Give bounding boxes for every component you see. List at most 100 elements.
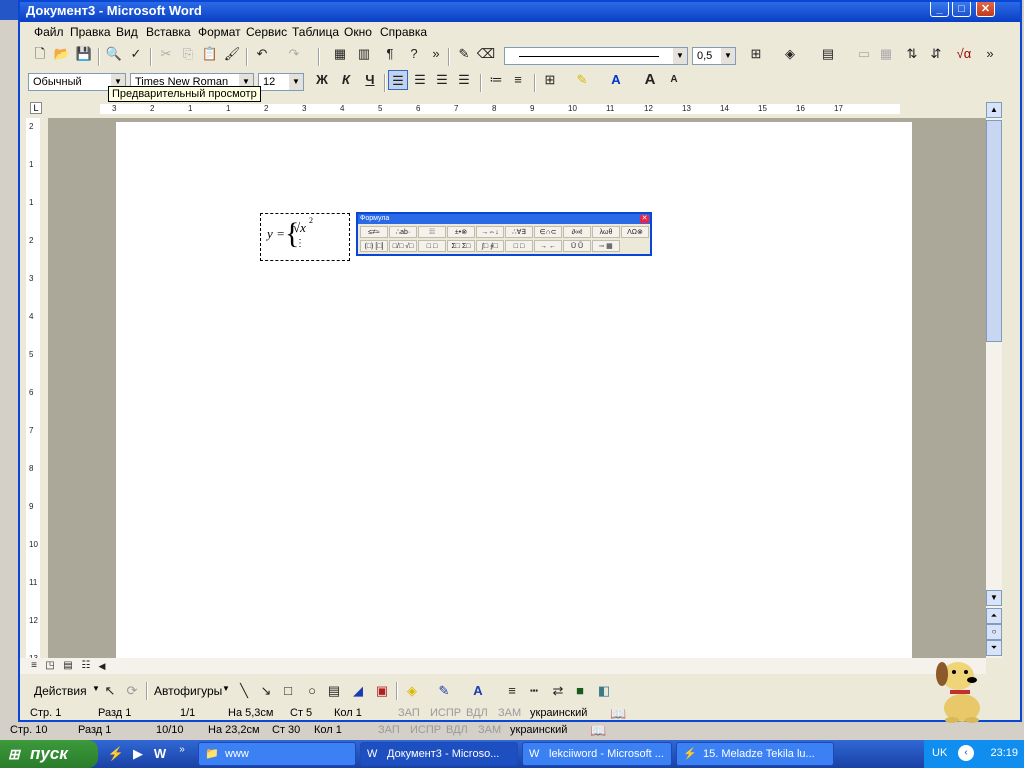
equation-symbol-button[interactable]: ∂∞ℓ — [563, 226, 591, 238]
fill-color-icon[interactable]: ◈ — [402, 681, 422, 701]
align-center-icon[interactable]: ☰ — [410, 70, 430, 90]
vertical-ruler[interactable]: 2112345678910111213 — [26, 118, 40, 663]
wordart-icon[interactable]: ◢ — [348, 681, 368, 701]
line-icon[interactable]: ╲ — [234, 681, 254, 701]
line-style-icon[interactable]: ≡ — [502, 681, 522, 701]
menu-help[interactable]: Справка — [380, 25, 427, 39]
shrink-font-icon[interactable]: A — [664, 70, 684, 90]
shadow-icon[interactable]: ■ — [570, 681, 590, 701]
task-lekciiword[interactable]: W lekciiword - Microsoft ... — [522, 742, 672, 766]
tab-selector-icon[interactable]: L — [30, 102, 42, 114]
align-left-icon[interactable]: ☰ — [388, 70, 408, 90]
spelling-icon[interactable]: ✓ — [126, 44, 146, 64]
equation-template-button[interactable]: → ← — [534, 240, 562, 252]
show-hidden-icons-icon[interactable]: ‹ — [958, 745, 974, 761]
more-quick-launch-icon[interactable]: » — [172, 740, 192, 760]
task-meladze[interactable]: ⚡ 15. Meladze Tekila lu... — [676, 742, 834, 766]
equation-template-button[interactable]: □/□ √□ — [389, 240, 417, 252]
menu-window[interactable]: Окно — [344, 25, 372, 39]
menu-tools[interactable]: Сервис — [246, 25, 287, 39]
scroll-left-icon[interactable]: ◀ — [92, 656, 112, 676]
browse-object-icon[interactable]: ○ — [986, 624, 1002, 640]
more-options-icon[interactable]: » — [980, 44, 1000, 64]
new-document-icon[interactable]: 🗋 — [30, 44, 50, 64]
format-painter-icon[interactable]: 🖌 — [222, 44, 242, 64]
oval-icon[interactable]: ○ — [302, 681, 322, 701]
paste-icon[interactable]: 📋 — [200, 44, 220, 64]
insert-picture-icon[interactable]: ▣ — [372, 681, 392, 701]
select-objects-icon[interactable]: ↖ — [100, 681, 120, 701]
equation-template-button[interactable]: ▫▫ ▦ — [592, 240, 620, 252]
equation-symbol-button[interactable]: ΛΩ⊗ — [621, 226, 649, 238]
menu-format[interactable]: Формат — [198, 25, 241, 39]
horizontal-scrollbar[interactable]: ≡ ◳ ▤ ☷ ◀ — [20, 658, 986, 674]
sort-descending-icon[interactable]: ⇵ — [926, 44, 946, 64]
draw-pen-icon[interactable]: ✎ — [454, 44, 474, 64]
highlight-icon[interactable]: ✎ — [572, 70, 592, 90]
redo-icon[interactable]: ↷ — [284, 44, 304, 64]
equation-object[interactable]: y = { √x 2 ⋮ — [260, 213, 350, 261]
align-right-icon[interactable]: ☰ — [432, 70, 452, 90]
equation-symbol-button[interactable]: λωθ — [592, 226, 620, 238]
previous-page-icon[interactable]: ⏶ — [986, 608, 1002, 624]
status-trk[interactable]: ИСПР — [430, 707, 461, 719]
dash-style-icon[interactable]: ┅ — [524, 681, 544, 701]
equation-symbol-button[interactable]: ≤≠≈ — [360, 226, 388, 238]
print-preview-icon[interactable]: 🔍 — [104, 44, 124, 64]
line-style-select[interactable]: ▼ — [504, 47, 688, 65]
media-player-icon[interactable]: ▶ — [128, 744, 148, 764]
office-assistant-dog[interactable] — [932, 650, 992, 724]
insert-table-grid-icon[interactable]: ▤ — [818, 44, 838, 64]
scroll-up-icon[interactable]: ▲ — [986, 102, 1002, 118]
split-cells-icon[interactable]: ▦ — [876, 44, 896, 64]
web-view-icon[interactable]: ◳ — [40, 656, 60, 676]
autoshapes-menu[interactable]: Автофигуры — [154, 684, 222, 698]
equation-symbol-button[interactable]: ∈∩⊂ — [534, 226, 562, 238]
bulleted-list-icon[interactable]: ≡ — [508, 70, 528, 90]
scroll-thumb[interactable] — [986, 120, 1002, 342]
close-button[interactable]: ✕ — [976, 2, 995, 17]
grow-font-icon[interactable]: A — [640, 70, 660, 90]
borders-icon[interactable]: ⊞ — [746, 44, 766, 64]
copy-icon[interactable]: ⎘ — [178, 44, 198, 64]
insert-chart-icon[interactable]: ▥ — [354, 44, 374, 64]
undo-icon[interactable]: ↶ — [252, 44, 272, 64]
equation-symbol-button[interactable]: ∴∀∃ — [505, 226, 533, 238]
print-layout-icon[interactable]: ▤ — [58, 656, 78, 676]
scroll-down-icon[interactable]: ▼ — [986, 590, 1002, 606]
font-color-icon[interactable]: A — [606, 70, 626, 90]
menu-table[interactable]: Таблица — [292, 25, 339, 39]
start-button[interactable]: ⊞ пуск — [0, 740, 98, 768]
equation-symbol-button[interactable]: →⇔↓ — [476, 226, 504, 238]
equation-template-button[interactable]: □ □ — [505, 240, 533, 252]
line-color-icon[interactable]: ✎ — [434, 681, 454, 701]
vertical-scrollbar[interactable]: ▲ ▼ ⏶ ○ ⏷ — [986, 102, 1002, 658]
font-color-icon[interactable]: A — [468, 681, 488, 701]
justify-icon[interactable]: ☰ — [454, 70, 474, 90]
arrow-icon[interactable]: ↘ — [256, 681, 276, 701]
quick-launch-icon[interactable]: ⚡ — [106, 744, 126, 764]
equation-template-button[interactable]: Ū Ũ — [563, 240, 591, 252]
font-size-select[interactable]: 12 ▼ — [258, 73, 304, 91]
equation-template-button[interactable]: □ □ — [418, 240, 446, 252]
document-page[interactable] — [116, 122, 912, 662]
minimize-button[interactable]: _ — [930, 2, 949, 17]
equation-editor-icon[interactable]: √α — [954, 44, 974, 64]
status-rec[interactable]: ЗАП — [398, 707, 420, 719]
task-www[interactable]: 📁 www — [198, 742, 356, 766]
eraser-icon[interactable]: ⌫ — [476, 44, 496, 64]
bold-button[interactable]: Ж — [312, 70, 332, 90]
equation-toolbar[interactable]: Формула ✕ ≤≠≈ ∴ab· ⁞⁞⁞ ±•⊗ →⇔↓ ∴∀∃ ∈∩⊂ ∂∞ℓ λωθ ΛΩ… — [356, 212, 652, 256]
merge-cells-icon[interactable]: ▭ — [854, 44, 874, 64]
equation-symbol-button[interactable]: ∴ab· — [389, 226, 417, 238]
shading-icon[interactable]: ◈ — [780, 44, 800, 64]
arrow-style-icon[interactable]: ⇄ — [548, 681, 568, 701]
borders-icon[interactable]: ⊞ — [540, 70, 560, 90]
show-formatting-icon[interactable]: ¶ — [380, 44, 400, 64]
save-icon[interactable]: 💾 — [74, 44, 94, 64]
3d-icon[interactable]: ◧ — [594, 681, 614, 701]
task-document3[interactable]: W Документ3 - Microso... — [360, 742, 518, 766]
rotate-icon[interactable]: ⟳ — [122, 681, 142, 701]
title-bar[interactable]: Документ3 - Microsoft Word _ □ ✕ — [20, 2, 1020, 22]
language-indicator[interactable]: UK — [932, 747, 947, 759]
